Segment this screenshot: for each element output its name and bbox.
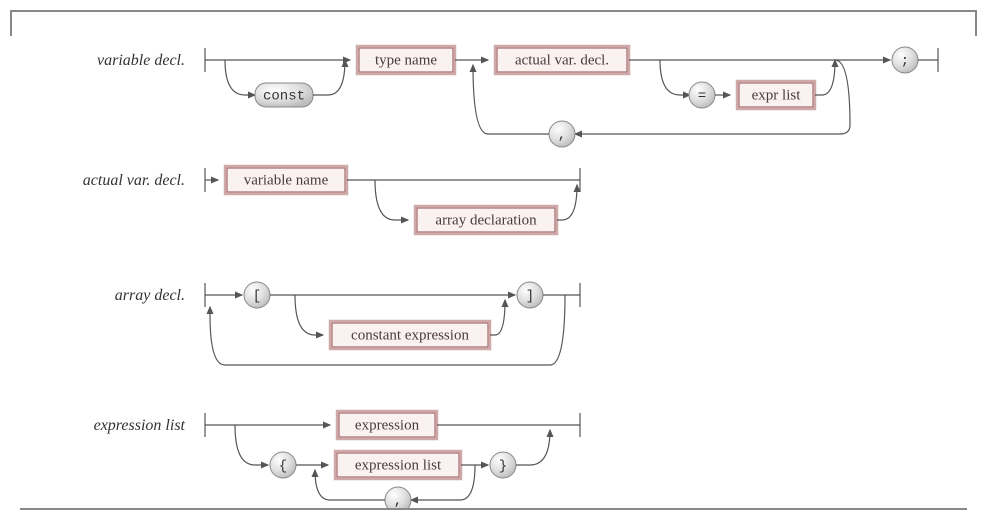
- node-expression-label: expression: [355, 417, 420, 433]
- rule-variable-decl: variable decl. const type name actual va…: [97, 46, 938, 147]
- rule-label-array-decl: array decl.: [115, 287, 185, 304]
- rule-actual-var-decl: actual var. decl. variable name array de…: [83, 166, 580, 234]
- frame-corner-tl: [10, 10, 36, 36]
- frame-corner-tr: [951, 10, 977, 36]
- term-lbracket-label: [: [253, 289, 261, 305]
- rule-label-expression-list: expression list: [94, 417, 186, 434]
- frame-edge-top: [36, 10, 951, 12]
- diagram-frame: variable decl. const type name actual va…: [10, 10, 977, 510]
- term-const-label: const: [263, 89, 305, 105]
- rule-array-decl: array decl. [ constant expression ]: [115, 282, 580, 365]
- term-lbrace-label: {: [279, 459, 287, 475]
- node-type-name-label: type name: [375, 52, 437, 68]
- term-comma-1-label: ,: [558, 128, 566, 144]
- node-actual-var-decl-ref-label: actual var. decl.: [515, 52, 609, 68]
- rule-expression-list: expression list expression { expression …: [94, 411, 580, 510]
- frame-edge-bottom: [20, 508, 967, 510]
- node-constant-expression-label: constant expression: [351, 327, 469, 343]
- node-expression-list-ref-label: expression list: [355, 457, 442, 473]
- railroad-svg: variable decl. const type name actual va…: [10, 10, 977, 510]
- term-rbracket-label: ]: [526, 289, 534, 305]
- term-equals-label: =: [698, 89, 706, 105]
- rule-label-variable-decl: variable decl.: [97, 52, 185, 69]
- node-array-declaration-label: array declaration: [435, 212, 537, 228]
- rule-label-actual-var-decl: actual var. decl.: [83, 172, 185, 189]
- term-semicolon-label: ;: [901, 54, 909, 70]
- node-variable-name-label: variable name: [244, 172, 329, 188]
- node-expr-list-ref-label: expr list: [752, 87, 802, 103]
- term-rbrace-label: }: [499, 459, 507, 475]
